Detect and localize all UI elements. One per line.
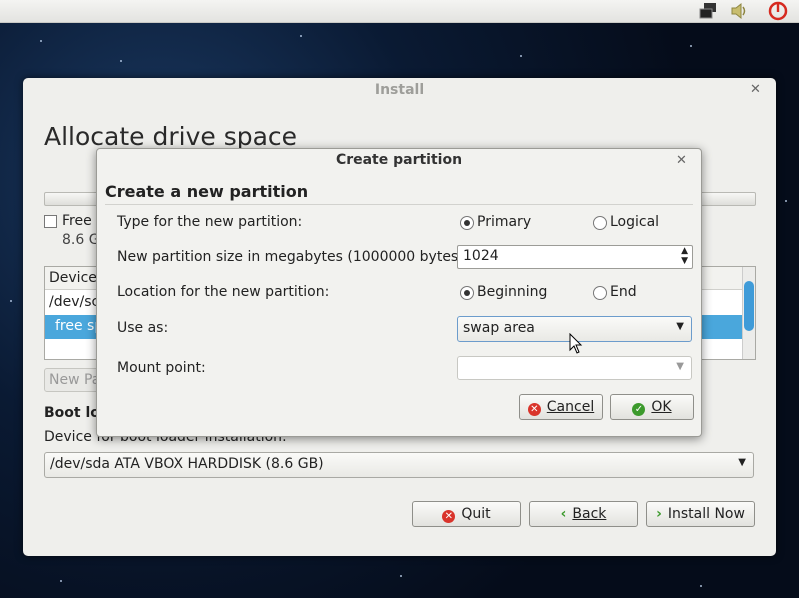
forward-arrow-icon: › [656, 506, 662, 522]
use-as-label: Use as: [117, 320, 169, 336]
spin-down-icon[interactable]: ▼ [681, 256, 688, 266]
mount-point-label: Mount point: [117, 360, 206, 376]
type-label: Type for the new partition: [117, 214, 303, 230]
use-as-value: swap area [463, 320, 535, 336]
quit-icon: ✕ [442, 510, 456, 523]
chevron-down-icon: ▼ [738, 457, 746, 468]
boot-device-value: /dev/sda ATA VBOX HARDDISK (8.6 GB) [50, 456, 324, 472]
mouse-pointer-icon [569, 333, 583, 354]
back-button[interactable]: ‹ Back [529, 501, 638, 527]
column-header-device: Device [49, 270, 97, 286]
top-panel [0, 0, 799, 23]
quit-label: Quit [461, 506, 491, 522]
radio-logical-label: Logical [610, 214, 660, 230]
radio-beginning[interactable] [460, 286, 474, 300]
radio-primary-label: Primary [477, 214, 532, 230]
size-value: 1024 [463, 248, 499, 264]
table-scrollbar[interactable] [742, 267, 755, 359]
power-icon[interactable] [768, 1, 788, 21]
radio-logical[interactable] [593, 216, 607, 230]
radio-primary[interactable] [460, 216, 474, 230]
create-partition-dialog: Create partition ✕ Create a new partitio… [96, 148, 702, 437]
radio-end-label: End [610, 284, 637, 300]
cancel-button[interactable]: ✕ Cancel [519, 394, 603, 420]
boot-device-select[interactable]: /dev/sda ATA VBOX HARDDISK (8.6 GB) ▼ [44, 452, 754, 478]
dialog-heading: Create a new partition [105, 182, 309, 201]
location-label: Location for the new partition: [117, 284, 330, 300]
chevron-down-icon: ▼ [676, 361, 684, 372]
chevron-down-icon: ▼ [676, 321, 684, 332]
network-icon[interactable] [698, 1, 718, 21]
scrollbar-thumb[interactable] [744, 281, 754, 331]
size-label: New partition size in megabytes (1000000… [117, 249, 469, 265]
install-now-button[interactable]: › Install Now [646, 501, 755, 527]
dialog-title: Create partition [335, 152, 463, 168]
ok-icon: ✓ [632, 403, 646, 416]
cancel-label: Cancel [546, 399, 595, 415]
radio-end[interactable] [593, 286, 607, 300]
cancel-icon: ✕ [527, 403, 541, 416]
page-title: Allocate drive space [44, 122, 298, 151]
free-space-label: Free [62, 213, 92, 229]
radio-beginning-label: Beginning [477, 284, 548, 300]
ok-label: OK [651, 399, 672, 415]
table-row[interactable]: /dev/sc [49, 294, 99, 310]
install-now-label: Install Now [667, 506, 745, 522]
ok-button[interactable]: ✓ OK [610, 394, 694, 420]
dialog-close-icon[interactable]: ✕ [676, 153, 687, 168]
quit-button[interactable]: ✕ Quit [412, 501, 521, 527]
back-label: Back [572, 506, 607, 522]
free-space-checkbox[interactable] [44, 215, 57, 228]
window-title: Install [374, 82, 425, 98]
mount-point-select[interactable]: ▼ [457, 356, 692, 380]
spin-up-icon[interactable]: ▲ [681, 246, 688, 256]
boot-loader-heading: Boot lo [44, 405, 100, 421]
size-spinbox[interactable]: 1024 ▲ ▼ [457, 245, 693, 269]
free-space-size: 8.6 G [62, 232, 100, 248]
volume-icon[interactable] [730, 1, 750, 21]
back-arrow-icon: ‹ [560, 506, 567, 522]
window-close-icon[interactable]: ✕ [750, 82, 761, 97]
dialog-divider [105, 204, 693, 205]
